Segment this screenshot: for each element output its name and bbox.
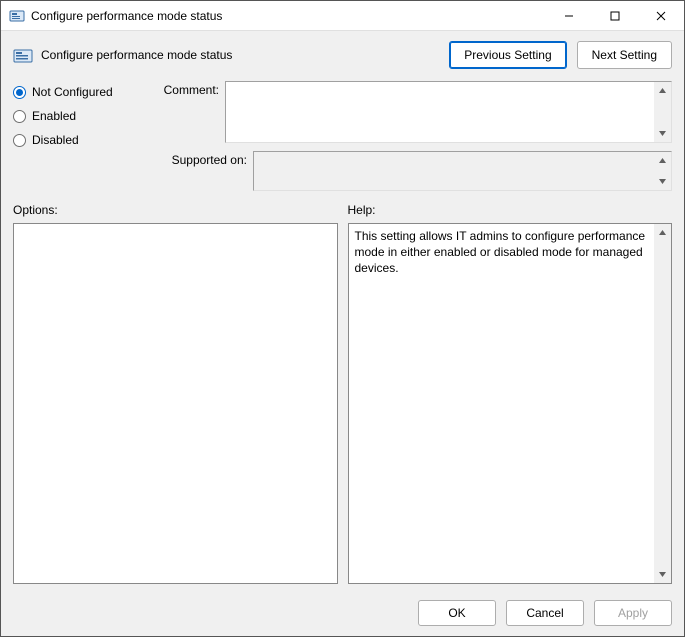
radio-icon (13, 134, 26, 147)
supported-on-textarea (253, 151, 672, 191)
radio-enabled[interactable]: Enabled (13, 109, 153, 123)
policy-name: Configure performance mode status (41, 48, 441, 62)
window-title: Configure performance mode status (31, 9, 546, 23)
app-icon (9, 8, 25, 24)
minimize-icon (564, 11, 574, 21)
titlebar: Configure performance mode status (1, 1, 684, 31)
close-button[interactable] (638, 1, 684, 30)
ok-button[interactable]: OK (418, 600, 496, 626)
metadata-fields: Comment: Supported on: (163, 81, 672, 191)
maximize-icon (610, 11, 620, 21)
scroll-down-icon (654, 566, 671, 583)
radio-not-configured[interactable]: Not Configured (13, 85, 153, 99)
comment-scrollbar[interactable] (654, 82, 671, 142)
scroll-down-icon (654, 125, 671, 142)
scroll-down-icon (654, 173, 671, 190)
scroll-up-icon (654, 152, 671, 169)
options-pane (13, 223, 338, 584)
previous-setting-button[interactable]: Previous Setting (449, 41, 566, 69)
header: Configure performance mode status Previo… (1, 31, 684, 73)
help-text: This setting allows IT admins to configu… (349, 224, 655, 583)
radio-icon (13, 86, 26, 99)
comment-row: Comment: (163, 81, 672, 143)
help-pane: This setting allows IT admins to configu… (348, 223, 673, 584)
comment-value (226, 82, 654, 142)
scroll-up-icon (654, 224, 671, 241)
panes: This setting allows IT admins to configu… (1, 223, 684, 592)
window-controls (546, 1, 684, 30)
radio-label: Enabled (32, 109, 76, 123)
comment-label: Comment: (163, 81, 219, 143)
close-icon (656, 11, 666, 21)
help-scrollbar[interactable] (654, 224, 671, 583)
maximize-button[interactable] (592, 1, 638, 30)
section-labels: Options: Help: (1, 195, 684, 223)
supported-on-label: Supported on: (163, 151, 247, 191)
supported-scrollbar[interactable] (654, 152, 671, 190)
supported-on-value (254, 152, 654, 190)
supported-on-row: Supported on: (163, 151, 672, 191)
nav-buttons: Previous Setting Next Setting (449, 41, 672, 69)
radio-icon (13, 110, 26, 123)
radio-label: Disabled (32, 133, 79, 147)
options-section-label: Options: (13, 203, 338, 217)
apply-button[interactable]: Apply (594, 600, 672, 626)
radio-disabled[interactable]: Disabled (13, 133, 153, 147)
dialog-footer: OK Cancel Apply (1, 592, 684, 636)
scroll-up-icon (654, 82, 671, 99)
minimize-button[interactable] (546, 1, 592, 30)
state-radio-group: Not Configured Enabled Disabled (13, 81, 153, 191)
help-section-label: Help: (348, 203, 673, 217)
cancel-button[interactable]: Cancel (506, 600, 584, 626)
dialog-window: Configure performance mode status Config… (0, 0, 685, 637)
radio-label: Not Configured (32, 85, 113, 99)
policy-icon (13, 45, 33, 65)
next-setting-button[interactable]: Next Setting (577, 41, 672, 69)
configuration-area: Not Configured Enabled Disabled Comment: (1, 73, 684, 195)
comment-textarea[interactable] (225, 81, 672, 143)
